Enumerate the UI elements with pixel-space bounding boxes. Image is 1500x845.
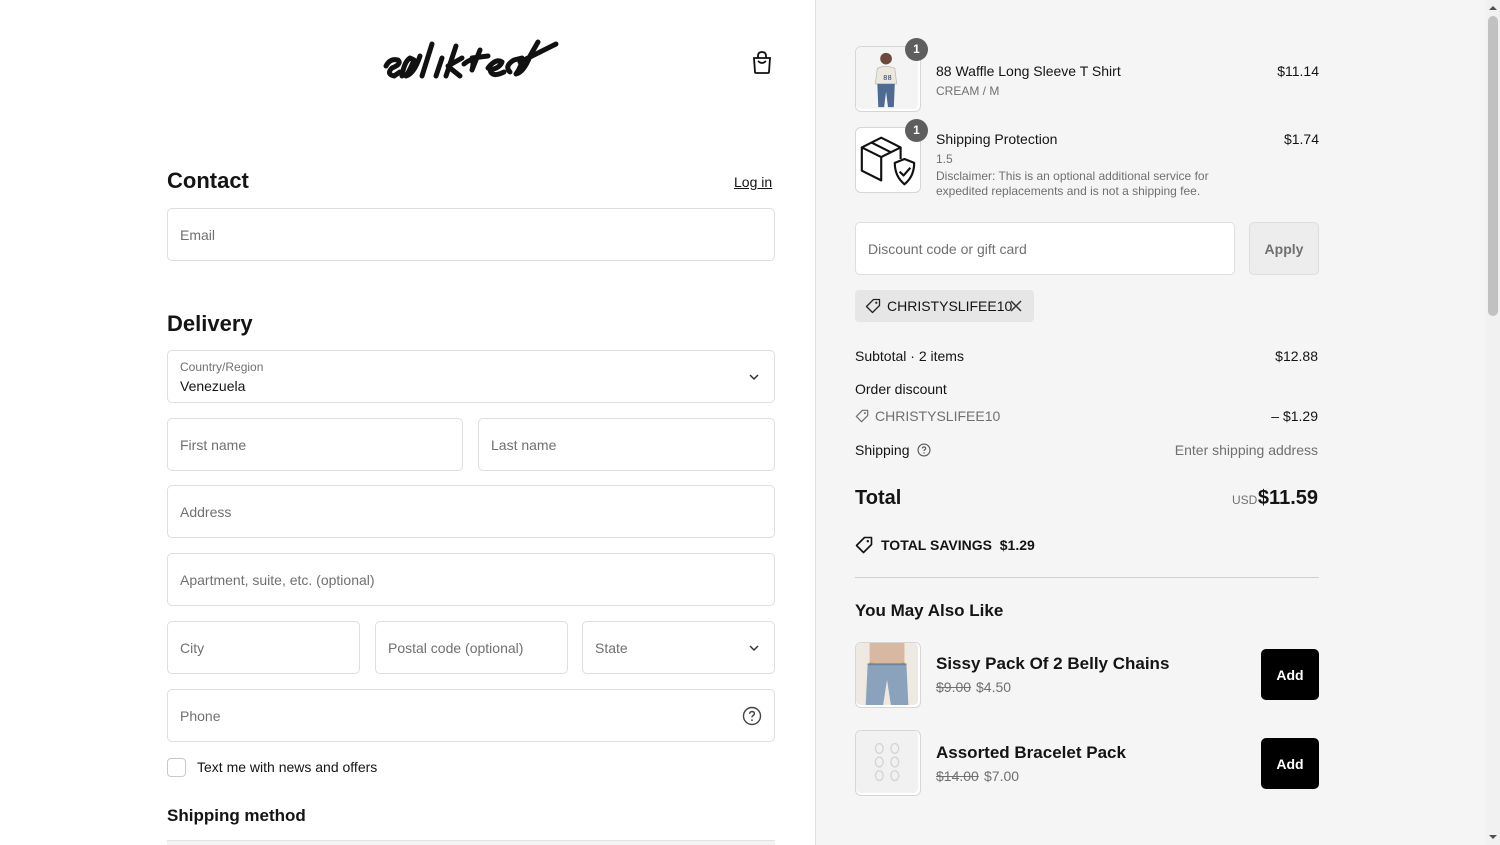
text-offers-checkbox[interactable] xyxy=(167,758,186,777)
state-placeholder: State xyxy=(595,639,628,656)
brand-logo[interactable] xyxy=(380,36,562,88)
applied-discount-chip: CHRISTYSLIFEE10 xyxy=(855,290,1034,322)
recommendation-old-price: $9.00 xyxy=(936,679,972,695)
product-image-bracelet-icon xyxy=(856,731,919,794)
first-name-field[interactable]: First name xyxy=(167,418,463,471)
discount-code-text: CHRISTYSLIFEE10 xyxy=(875,408,1001,424)
order-discount-label: Order discount xyxy=(855,381,947,397)
total-value: $11.59 xyxy=(1257,487,1318,509)
subtotal-label: Subtotal · 2 items xyxy=(855,348,964,364)
item-variant: 1.5 xyxy=(936,152,953,166)
delivery-heading: Delivery xyxy=(167,311,253,336)
discount-code-input[interactable]: Discount code or gift card xyxy=(855,222,1235,275)
subtotal-value: $12.88 xyxy=(1275,348,1318,364)
quantity-badge: 1 xyxy=(905,38,928,61)
chevron-down-icon xyxy=(749,644,759,651)
chevron-down-icon xyxy=(749,373,759,380)
shipping-method-heading: Shipping method xyxy=(167,806,306,825)
recommendation-new-price: $4.50 xyxy=(976,679,1012,695)
item-price: $11.14 xyxy=(1277,63,1319,79)
tag-icon xyxy=(855,536,873,554)
apartment-placeholder: Apartment, suite, etc. (optional) xyxy=(180,571,375,588)
apply-discount-button[interactable]: Apply xyxy=(1249,222,1319,275)
recommendation-name: Assorted Bracelet Pack xyxy=(936,743,1126,762)
page-scrollbar[interactable] xyxy=(1485,0,1500,845)
divider xyxy=(855,577,1319,578)
savings-value: $1.29 xyxy=(999,537,1035,553)
shipping-method-box xyxy=(167,840,775,845)
address-placeholder: Address xyxy=(180,503,232,520)
total-label: Total xyxy=(855,487,902,509)
country-value: Venezuela xyxy=(180,378,246,394)
svg-text:88: 88 xyxy=(883,74,892,82)
postal-code-field[interactable]: Postal code (optional) xyxy=(375,621,568,674)
tag-icon xyxy=(865,298,881,314)
city-field[interactable]: City xyxy=(167,621,360,674)
product-thumbnail: 1 xyxy=(855,119,928,193)
phone-field[interactable]: Phone xyxy=(167,689,775,742)
item-price: $1.74 xyxy=(1283,131,1319,147)
savings-label: TOTAL SAVINGS xyxy=(881,537,992,553)
email-field[interactable]: Email xyxy=(167,208,775,261)
email-placeholder: Email xyxy=(180,226,216,243)
product-image-belly-chain-icon xyxy=(856,643,919,706)
recommendation-old-price: $14.00 xyxy=(936,768,979,784)
help-circle-icon[interactable] xyxy=(742,706,762,726)
contact-heading: Contact xyxy=(167,168,249,193)
scroll-down-arrow-icon[interactable] xyxy=(1488,832,1498,842)
discount-placeholder: Discount code or gift card xyxy=(868,240,1027,257)
recommendation-name: Sissy Pack Of 2 Belly Chains xyxy=(936,654,1170,673)
address-field[interactable]: Address xyxy=(167,485,775,538)
country-label: Country/Region xyxy=(180,360,264,374)
city-placeholder: City xyxy=(180,639,205,656)
shipping-label: Shipping xyxy=(855,442,910,458)
checkout-form-column: Contact Log in Email Delivery Country/Re… xyxy=(0,0,815,845)
recommendations-heading: You May Also Like xyxy=(855,601,1004,620)
remove-discount-icon[interactable] xyxy=(1009,299,1023,313)
item-name: Shipping Protection xyxy=(936,131,1058,147)
quantity-badge: 1 xyxy=(905,119,928,142)
state-select[interactable]: State xyxy=(582,621,775,674)
applied-code: CHRISTYSLIFEE10 xyxy=(887,298,1013,314)
login-link[interactable]: Log in xyxy=(734,174,772,190)
recommendation-thumbnail xyxy=(855,642,921,708)
first-name-placeholder: First name xyxy=(180,436,247,453)
help-circle-icon[interactable] xyxy=(917,443,931,457)
shipping-value: Enter shipping address xyxy=(1174,442,1318,458)
postal-placeholder: Postal code (optional) xyxy=(388,639,524,656)
add-recommendation-button[interactable]: Add xyxy=(1261,738,1319,789)
item-name: 88 Waffle Long Sleeve T Shirt xyxy=(936,63,1121,79)
recommendation-new-price: $7.00 xyxy=(984,768,1020,784)
apartment-field[interactable]: Apartment, suite, etc. (optional) xyxy=(167,553,775,606)
shipping-row: Shipping xyxy=(855,442,931,458)
discount-code-row: CHRISTYSLIFEE10 xyxy=(855,408,1000,424)
tag-icon xyxy=(855,409,869,423)
recommendation-thumbnail xyxy=(855,730,921,796)
item-variant: CREAM / M xyxy=(936,84,1000,98)
last-name-field[interactable]: Last name xyxy=(478,418,775,471)
logo-wordmark-icon xyxy=(383,39,559,79)
last-name-placeholder: Last name xyxy=(491,436,557,453)
cart-bag-icon[interactable] xyxy=(750,49,774,75)
total-currency: USD xyxy=(1232,493,1258,507)
scroll-up-arrow-icon[interactable] xyxy=(1488,3,1498,13)
discount-value: – $1.29 xyxy=(1271,408,1318,424)
text-offers-label: Text me with news and offers xyxy=(197,759,378,775)
phone-placeholder: Phone xyxy=(180,707,221,724)
product-thumbnail: 88 1 xyxy=(855,38,928,112)
order-summary-column: 88 1 88 Waffle Long Sleeve T Shirt CREAM… xyxy=(815,0,1485,845)
add-recommendation-button[interactable]: Add xyxy=(1261,649,1319,700)
scrollbar-thumb[interactable] xyxy=(1488,16,1498,316)
item-disclaimer: Disclaimer: This is an optional addition… xyxy=(936,169,1209,198)
country-select[interactable]: Country/Region Venezuela xyxy=(167,350,775,403)
